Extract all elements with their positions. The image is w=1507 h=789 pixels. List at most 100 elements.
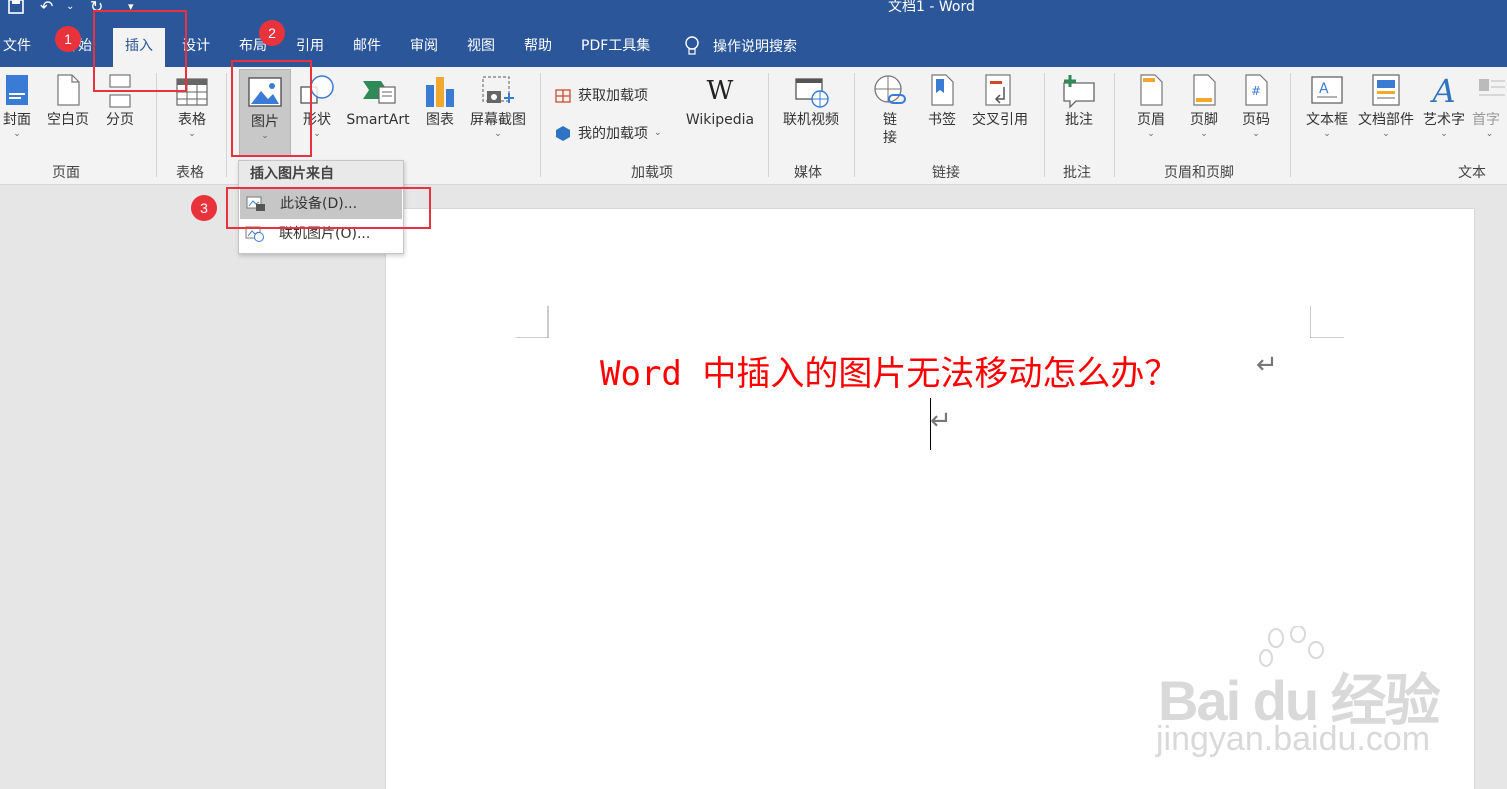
wordart-button[interactable]: A 艺术字 ⌄ [1420,73,1468,139]
ribbon-tabs: 文件 开始 插入 设计 布局 引用 邮件 审阅 视图 帮助 PDF工具集 操作说… [0,20,1507,67]
separator [540,73,541,177]
undo-icon[interactable]: ↶ [40,0,53,14]
smartart-label: SmartArt [346,112,410,128]
chevron-down-icon: ⌄ [1252,129,1260,139]
document-heading[interactable]: Word 中插入的图片无法移动怎么办？ [600,346,1178,395]
online-video-label: 联机视频 [783,112,839,128]
chart-button[interactable]: 图表 [420,73,460,129]
comment-label: 批注 [1065,112,1093,128]
chevron-down-icon: ⌄ [188,129,196,139]
text-group-label: 文本 [1458,165,1486,181]
page-number-label: 页码 [1242,112,1270,128]
tab-help[interactable]: 帮助 [524,20,552,67]
my-addins-button[interactable]: 我的加载项 ⌄ [554,123,662,143]
get-addins-button[interactable]: 获取加载项 [554,85,648,105]
bookmark-button[interactable]: 书签 [922,73,962,129]
tell-me-search[interactable]: 操作说明搜索 [685,36,797,56]
smartart-button[interactable]: SmartArt [344,73,412,129]
quick-parts-label: 文档部件 [1358,112,1414,128]
wikipedia-button[interactable]: W Wikipedia [683,73,757,129]
tell-me-label: 操作说明搜索 [713,39,797,55]
quick-parts-icon [1372,74,1400,106]
watermark-url: jingyan.baidu.com [1156,720,1431,758]
links-group-label: 链接 [932,165,960,181]
blank-page-label: 空白页 [47,112,89,128]
paragraph-mark: ↵ [930,406,952,436]
link-button[interactable]: 链 接 [868,73,912,147]
undo-dropdown-icon[interactable]: ⌄ [66,0,74,14]
blank-page-icon [57,74,80,106]
get-addins-label: 获取加载项 [578,88,648,104]
online-video-button[interactable]: 联机视频 [780,73,842,129]
quick-parts-button[interactable]: 文档部件 ⌄ [1356,73,1416,139]
chevron-down-icon: ⌄ [1200,129,1208,139]
cover-page-label: 封面 [3,112,31,128]
chevron-down-icon: ⌄ [1147,129,1155,139]
drop-cap-button[interactable]: 首字 ⌄ [1472,73,1507,139]
annotation-box-pictures [231,60,312,157]
annotation-box-insert-tab [93,10,187,92]
screenshot-button[interactable]: 屏幕截图 ⌄ [466,73,530,139]
cross-reference-button[interactable]: 交叉引用 [968,73,1032,129]
text-box-label: 文本框 [1306,112,1348,128]
cover-page-button[interactable]: 封面 ⌄ [0,73,34,139]
chevron-down-icon: ⌄ [654,128,662,138]
chevron-down-icon: ⌄ [1440,129,1448,139]
window-title: 文档1 - Word [888,0,975,15]
step-badge: 3 [191,195,217,221]
page-number-icon: # [1245,74,1268,106]
tab-mailings[interactable]: 邮件 [353,20,381,67]
page-break-label: 分页 [106,112,134,128]
table-label: 表格 [178,112,206,128]
chart-icon [426,77,454,107]
bookmark-label: 书签 [928,112,956,128]
text-box-icon: A [1311,76,1343,104]
my-addins-label: 我的加载项 [578,126,648,142]
separator [1290,73,1291,177]
pages-group-label: 页面 [52,165,80,181]
tab-view[interactable]: 视图 [467,20,495,67]
tab-review[interactable]: 审阅 [410,20,438,67]
crop-mark [1310,306,1344,338]
wikipedia-label: Wikipedia [685,112,755,128]
chevron-down-icon: ⌄ [13,129,21,139]
header-footer-group-label: 页眉和页脚 [1164,165,1234,181]
chevron-down-icon: ⌄ [494,129,502,139]
svg-text:A: A [1319,81,1329,97]
store-icon [555,89,571,103]
svg-text:#: # [1251,84,1261,98]
footer-button[interactable]: 页脚 ⌄ [1184,73,1224,139]
step-badge: 1 [55,26,81,52]
footer-label: 页脚 [1190,112,1218,128]
comment-icon [1063,75,1095,109]
tables-group-label: 表格 [176,165,204,181]
drop-cap-label: 首字 [1472,112,1500,128]
addins-group-label: 加载项 [631,165,673,181]
text-box-button[interactable]: A 文本框 ⌄ [1303,73,1351,139]
addin-cube-icon [556,126,570,141]
separator [1044,73,1045,177]
link-label: 链 接 [883,112,897,146]
footer-icon [1193,74,1216,106]
new-comment-button[interactable]: 批注 [1058,73,1100,129]
page-number-button[interactable]: # 页码 ⌄ [1236,73,1276,139]
dropdown-header: 插入图片来自 [239,161,403,187]
tab-file[interactable]: 文件 [3,20,31,67]
smartart-icon [363,81,396,104]
save-icon[interactable] [8,0,24,14]
text-cursor [930,398,931,450]
wordart-icon: A [1432,72,1456,110]
cover-page-icon [6,75,28,105]
annotation-box-this-device [226,187,431,229]
blank-page-button[interactable]: 空白页 [44,73,92,129]
separator [854,73,855,177]
paragraph-mark: ↵ [1256,350,1278,380]
cross-reference-label: 交叉引用 [972,112,1028,128]
media-group-label: 媒体 [794,165,822,181]
separator [1114,73,1115,177]
online-video-icon [795,78,829,108]
crop-mark [516,306,549,338]
tab-pdf-tools[interactable]: PDF工具集 [581,20,650,67]
header-button[interactable]: 页眉 ⌄ [1131,73,1171,139]
chevron-down-icon: ⌄ [1485,129,1494,139]
